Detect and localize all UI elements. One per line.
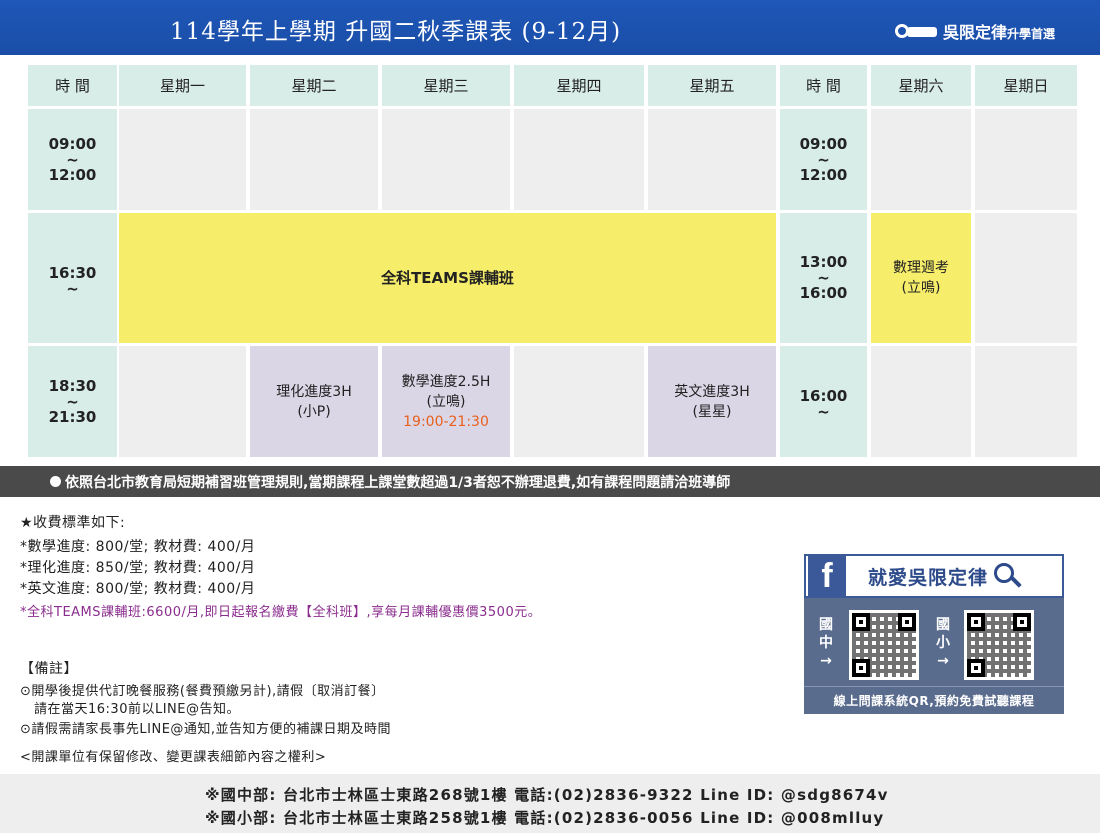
cell-sun-evening <box>975 346 1077 457</box>
elementary-qr-code[interactable] <box>964 610 1034 680</box>
cell-fri-morning <box>648 109 776 210</box>
cell-sat-evening <box>871 346 971 457</box>
friday-english-block: 英文進度3H (星星) <box>648 346 776 457</box>
fee-science: *理化進度: 850/堂; 教材費: 400/月 <box>20 560 256 576</box>
saturday-quiz-block: 數理週考 (立鳴) <box>871 213 971 343</box>
header-time-weekend: 時 間 <box>780 65 867 106</box>
header-friday: 星期五 <box>648 65 776 106</box>
brand-mark-icon <box>893 19 941 43</box>
cell-wed-morning <box>382 109 510 210</box>
weekday-time-evening: 18:30 ~ 21:30 <box>28 346 117 457</box>
weekday-time-morning: 09:00 ~ 12:00 <box>28 109 117 210</box>
schedule-table: 時 間 星期一 星期二 星期三 星期四 星期五 時 間 星期六 星期日 09:0… <box>28 65 1077 457</box>
facebook-title: 就愛吳限定律 <box>868 566 989 589</box>
header-saturday: 星期六 <box>871 65 971 106</box>
cell-mon-evening <box>119 346 246 457</box>
note-dinner: ⊙開學後提供代訂晚餐服務(餐費預繳另計),請假〔取消訂餐〕 <box>20 684 385 699</box>
cell-sun-morning <box>975 109 1077 210</box>
junior-qr-label: 國 中 → <box>819 617 833 669</box>
elementary-branch-contact: ※國小部: 台北市士林區士東路258號1樓 電話:(02)2836-0056 L… <box>205 809 885 827</box>
wednesday-math-time: 19:00-21:30 <box>403 413 489 430</box>
note-leave: ⊙請假需請家長事先LINE@通知,並告知方便的補課日期及時間 <box>20 722 392 737</box>
teams-class-block: 全科TEAMS課輔班 <box>119 213 776 343</box>
weekend-time-evening: 16:00 ~ <box>780 346 867 457</box>
cell-tue-morning <box>250 109 378 210</box>
brand-suffix: 升學首選 <box>1007 27 1056 41</box>
refund-rule-bar: 依照台北市教育局短期補習班管理規則,當期課程上課堂數超過1/3者恕不辦理退費,如… <box>0 466 1100 497</box>
search-icon <box>994 563 1022 589</box>
bullet-icon <box>50 476 61 487</box>
elementary-qr-label: 國 小 → <box>936 617 950 669</box>
wednesday-math-block: 數學進度2.5H (立鳴) 19:00-21:30 <box>382 346 510 457</box>
weekday-time-afternoon: 16:30 ~ <box>28 213 117 343</box>
junior-qr-code[interactable] <box>849 610 919 680</box>
header-monday: 星期一 <box>119 65 246 106</box>
tuesday-physics-block: 理化進度3H (小P) <box>250 346 378 457</box>
cell-sun-afternoon <box>975 213 1077 343</box>
facebook-qr-panel: f 就愛吳限定律 國 中 → 國 小 → 線上問課系統QR,預約免費試聽課程 <box>804 554 1064 714</box>
header-thursday: 星期四 <box>514 65 644 106</box>
notes-title: 【備註】 <box>20 661 78 677</box>
weekend-time-afternoon: 13:00 ~ 16:00 <box>780 213 867 343</box>
page-title: 114學年上學期 升國二秋季課表 (9-12月) <box>170 19 622 45</box>
brand-logo: 吳限定律升學首選 <box>893 16 1100 46</box>
header-tuesday: 星期二 <box>250 65 378 106</box>
facebook-banner[interactable]: f 就愛吳限定律 <box>804 554 1064 598</box>
brand-name: 吳限定律 <box>943 23 1008 42</box>
header-time: 時 間 <box>28 65 117 106</box>
junior-branch-contact: ※國中部: 台北市士林區士東路268號1樓 電話:(02)2836-9322 L… <box>205 786 889 804</box>
header-sunday: 星期日 <box>975 65 1077 106</box>
header-wednesday: 星期三 <box>382 65 510 106</box>
fee-math: *數學進度: 800/堂; 教材費: 400/月 <box>20 539 256 555</box>
fee-english: *英文進度: 800/堂; 教材費: 400/月 <box>20 581 256 597</box>
note-dinner-deadline: 請在當天16:30前以LINE@告知。 <box>34 702 240 717</box>
cell-thu-morning <box>514 109 644 210</box>
header-banner: 114學年上學期 升國二秋季課表 (9-12月) 吳限定律升學首選 <box>0 0 1100 55</box>
cell-mon-morning <box>119 109 246 210</box>
cell-sat-morning <box>871 109 971 210</box>
cell-thu-evening <box>514 346 644 457</box>
refund-rule-text: 依照台北市教育局短期補習班管理規則,當期課程上課堂數超過1/3者恕不辦理退費,如… <box>65 474 731 491</box>
teams-offer: *全科TEAMS課輔班:6600/月,即日起報名繳費【全科班】,享每月課輔優惠價… <box>20 605 542 620</box>
facebook-icon: f <box>808 556 846 596</box>
footer-contact: ※國中部: 台北市士林區士東路268號1樓 電話:(02)2836-9322 L… <box>0 774 1100 833</box>
fees-title: ★收費標準如下: <box>20 515 126 531</box>
rights-notice: <開課單位有保留修改、變更課表細節內容之權利> <box>20 750 327 765</box>
weekend-time-morning: 09:00 ~ 12:00 <box>780 109 867 210</box>
qr-caption: 線上問課系統QR,預約免費試聽課程 <box>804 686 1064 714</box>
